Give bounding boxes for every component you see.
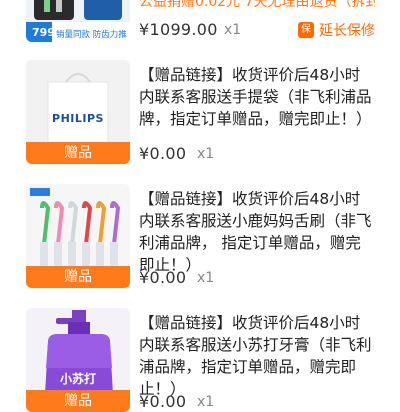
thumb-sub-label: 销量同款 防齿力推: [56, 30, 127, 40]
item-title: 【赠品链接】收货评价后48小时内联系客服送小苏打牙膏（非飞利浦品牌，指定订单赠品…: [139, 314, 372, 398]
item-title: 【赠品链接】收货评价后48小时内联系客服送小鹿妈妈舌刷（非飞利浦品牌， 指定订单…: [139, 190, 372, 274]
product-thumbnail[interactable]: PHILIPS 赠品: [26, 60, 130, 164]
product-thumbnail[interactable]: 赠品: [26, 184, 130, 288]
item-price: ¥0.00: [139, 392, 187, 411]
gift-tag: 赠品: [26, 142, 130, 164]
item-price: ¥0.00: [139, 268, 187, 287]
item-title: 公益捐赠0.02元 7天无理由退货（拆封后...: [139, 0, 375, 10]
item-price: ¥1099.00: [139, 20, 218, 39]
item-quantity: x1: [197, 146, 215, 162]
warranty-icon: 保: [298, 22, 314, 38]
philips-logo: PHILIPS: [52, 112, 104, 125]
item-quantity: x1: [224, 22, 242, 38]
gift-tag: 赠品: [26, 390, 130, 412]
item-price: ¥0.00: [139, 144, 187, 163]
gift-tag: 赠品: [26, 266, 130, 288]
package-label: 小苏打: [59, 372, 96, 386]
thumb-price-label: 799: [32, 26, 55, 39]
item-quantity: x1: [197, 394, 215, 410]
extend-warranty-label: 延长保修: [319, 23, 375, 39]
product-thumbnail[interactable]: 小苏打 赠品: [26, 308, 130, 412]
item-quantity: x1: [197, 270, 215, 286]
item-title: 【赠品链接】收货评价后48小时内联系客服送手提袋（非飞利浦品牌，指定订单赠品，赠…: [139, 66, 372, 128]
extend-warranty-button[interactable]: 保 延长保修: [298, 19, 375, 41]
product-thumbnail[interactable]: 799 销量同款 防齿力推: [26, 0, 130, 42]
